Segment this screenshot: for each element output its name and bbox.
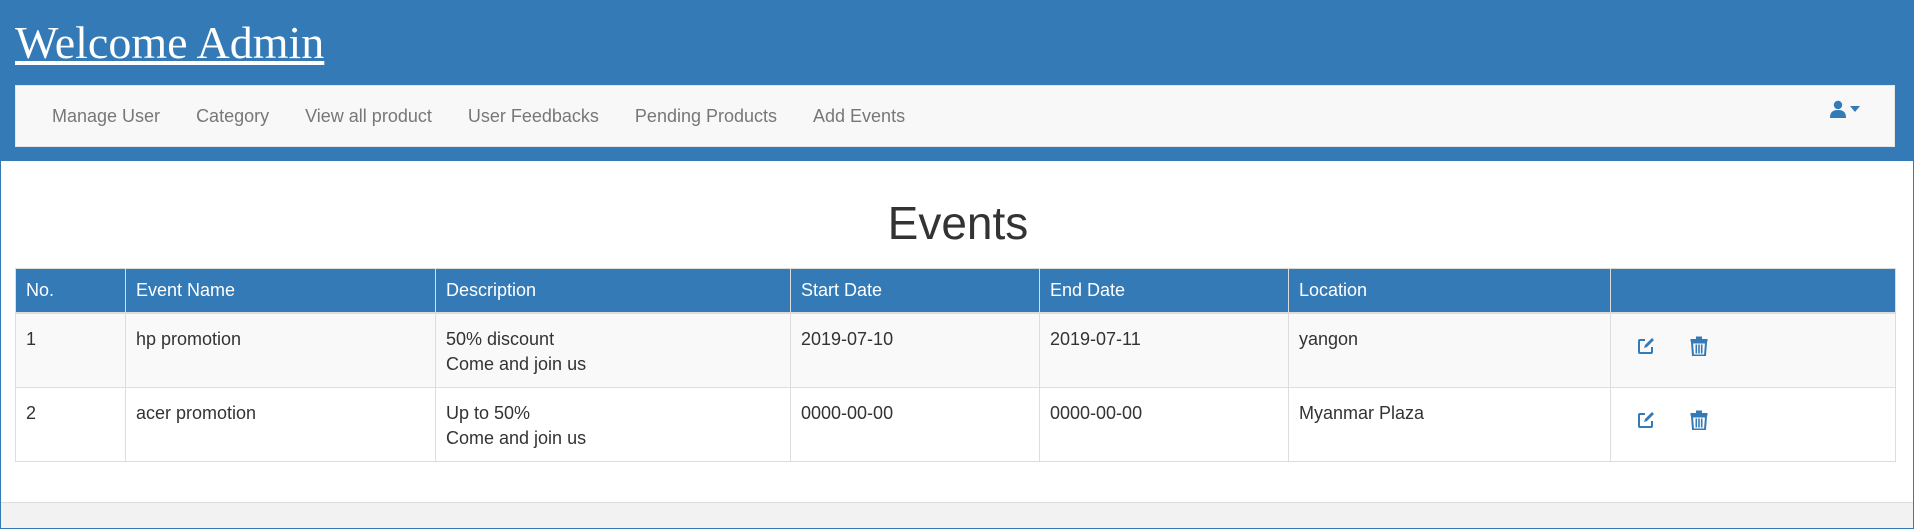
nav-item-add-events[interactable]: Add Events (795, 86, 923, 146)
column-header-event-name: Event Name (125, 268, 436, 314)
cell-description: Up to 50% Come and join us (435, 386, 791, 462)
cell-start-date: 2019-07-10 (790, 312, 1040, 388)
nav-item-view-all-product[interactable]: View all product (287, 86, 450, 146)
events-table: No. Event Name Description Start Date En… (15, 268, 1896, 462)
cell-location: yangon (1288, 312, 1611, 388)
row-actions (1621, 401, 1885, 437)
table-header-row: No. Event Name Description Start Date En… (15, 268, 1896, 314)
trash-icon[interactable] (1690, 410, 1708, 437)
cell-event-name: hp promotion (125, 312, 436, 388)
cell-actions (1610, 386, 1896, 462)
description-line: Up to 50% (446, 402, 531, 423)
description-line: Come and join us (446, 427, 587, 448)
cell-no: 1 (15, 312, 126, 388)
column-header-location: Location (1288, 268, 1611, 314)
header: Welcome Admin Manage User Category View … (1, 0, 1913, 161)
navbar: Manage User Category View all product Us… (15, 85, 1895, 147)
description-line: 50% discount (446, 328, 555, 349)
edit-icon[interactable] (1636, 336, 1656, 363)
site-title-link[interactable]: Welcome Admin (15, 17, 324, 69)
nav-item-manage-user[interactable]: Manage User (34, 86, 178, 146)
user-icon (1829, 100, 1847, 118)
footer-bar (1, 502, 1913, 528)
cell-location: Myanmar Plaza (1288, 386, 1611, 462)
cell-start-date: 0000-00-00 (790, 386, 1040, 462)
nav-list: Manage User Category View all product Us… (34, 86, 923, 146)
edit-icon[interactable] (1636, 410, 1656, 437)
nav-item-category[interactable]: Category (178, 86, 287, 146)
trash-icon[interactable] (1690, 336, 1708, 363)
nav-item-user-feedbacks[interactable]: User Feedbacks (450, 86, 617, 146)
description-line: Come and join us (446, 353, 587, 374)
page: Welcome Admin Manage User Category View … (0, 0, 1914, 529)
column-header-start-date: Start Date (790, 268, 1040, 314)
column-header-description: Description (435, 268, 791, 314)
cell-event-name: acer promotion (125, 386, 436, 462)
cell-description: 50% discount Come and join us (435, 312, 791, 388)
table-row: 2 acer promotion Up to 50% Come and join… (15, 386, 1896, 462)
column-header-end-date: End Date (1039, 268, 1289, 314)
user-menu-dropdown[interactable] (1829, 100, 1860, 118)
nav-item-pending-products[interactable]: Pending Products (617, 86, 795, 146)
column-header-actions (1610, 268, 1896, 314)
cell-actions (1610, 312, 1896, 388)
cell-end-date: 2019-07-11 (1039, 312, 1289, 388)
table-row: 1 hp promotion 50% discount Come and joi… (15, 312, 1896, 388)
row-actions (1621, 327, 1885, 363)
column-header-no: No. (15, 268, 126, 314)
caret-down-icon (1850, 106, 1860, 112)
cell-end-date: 0000-00-00 (1039, 386, 1289, 462)
page-title: Events (887, 197, 1029, 249)
cell-no: 2 (15, 386, 126, 462)
